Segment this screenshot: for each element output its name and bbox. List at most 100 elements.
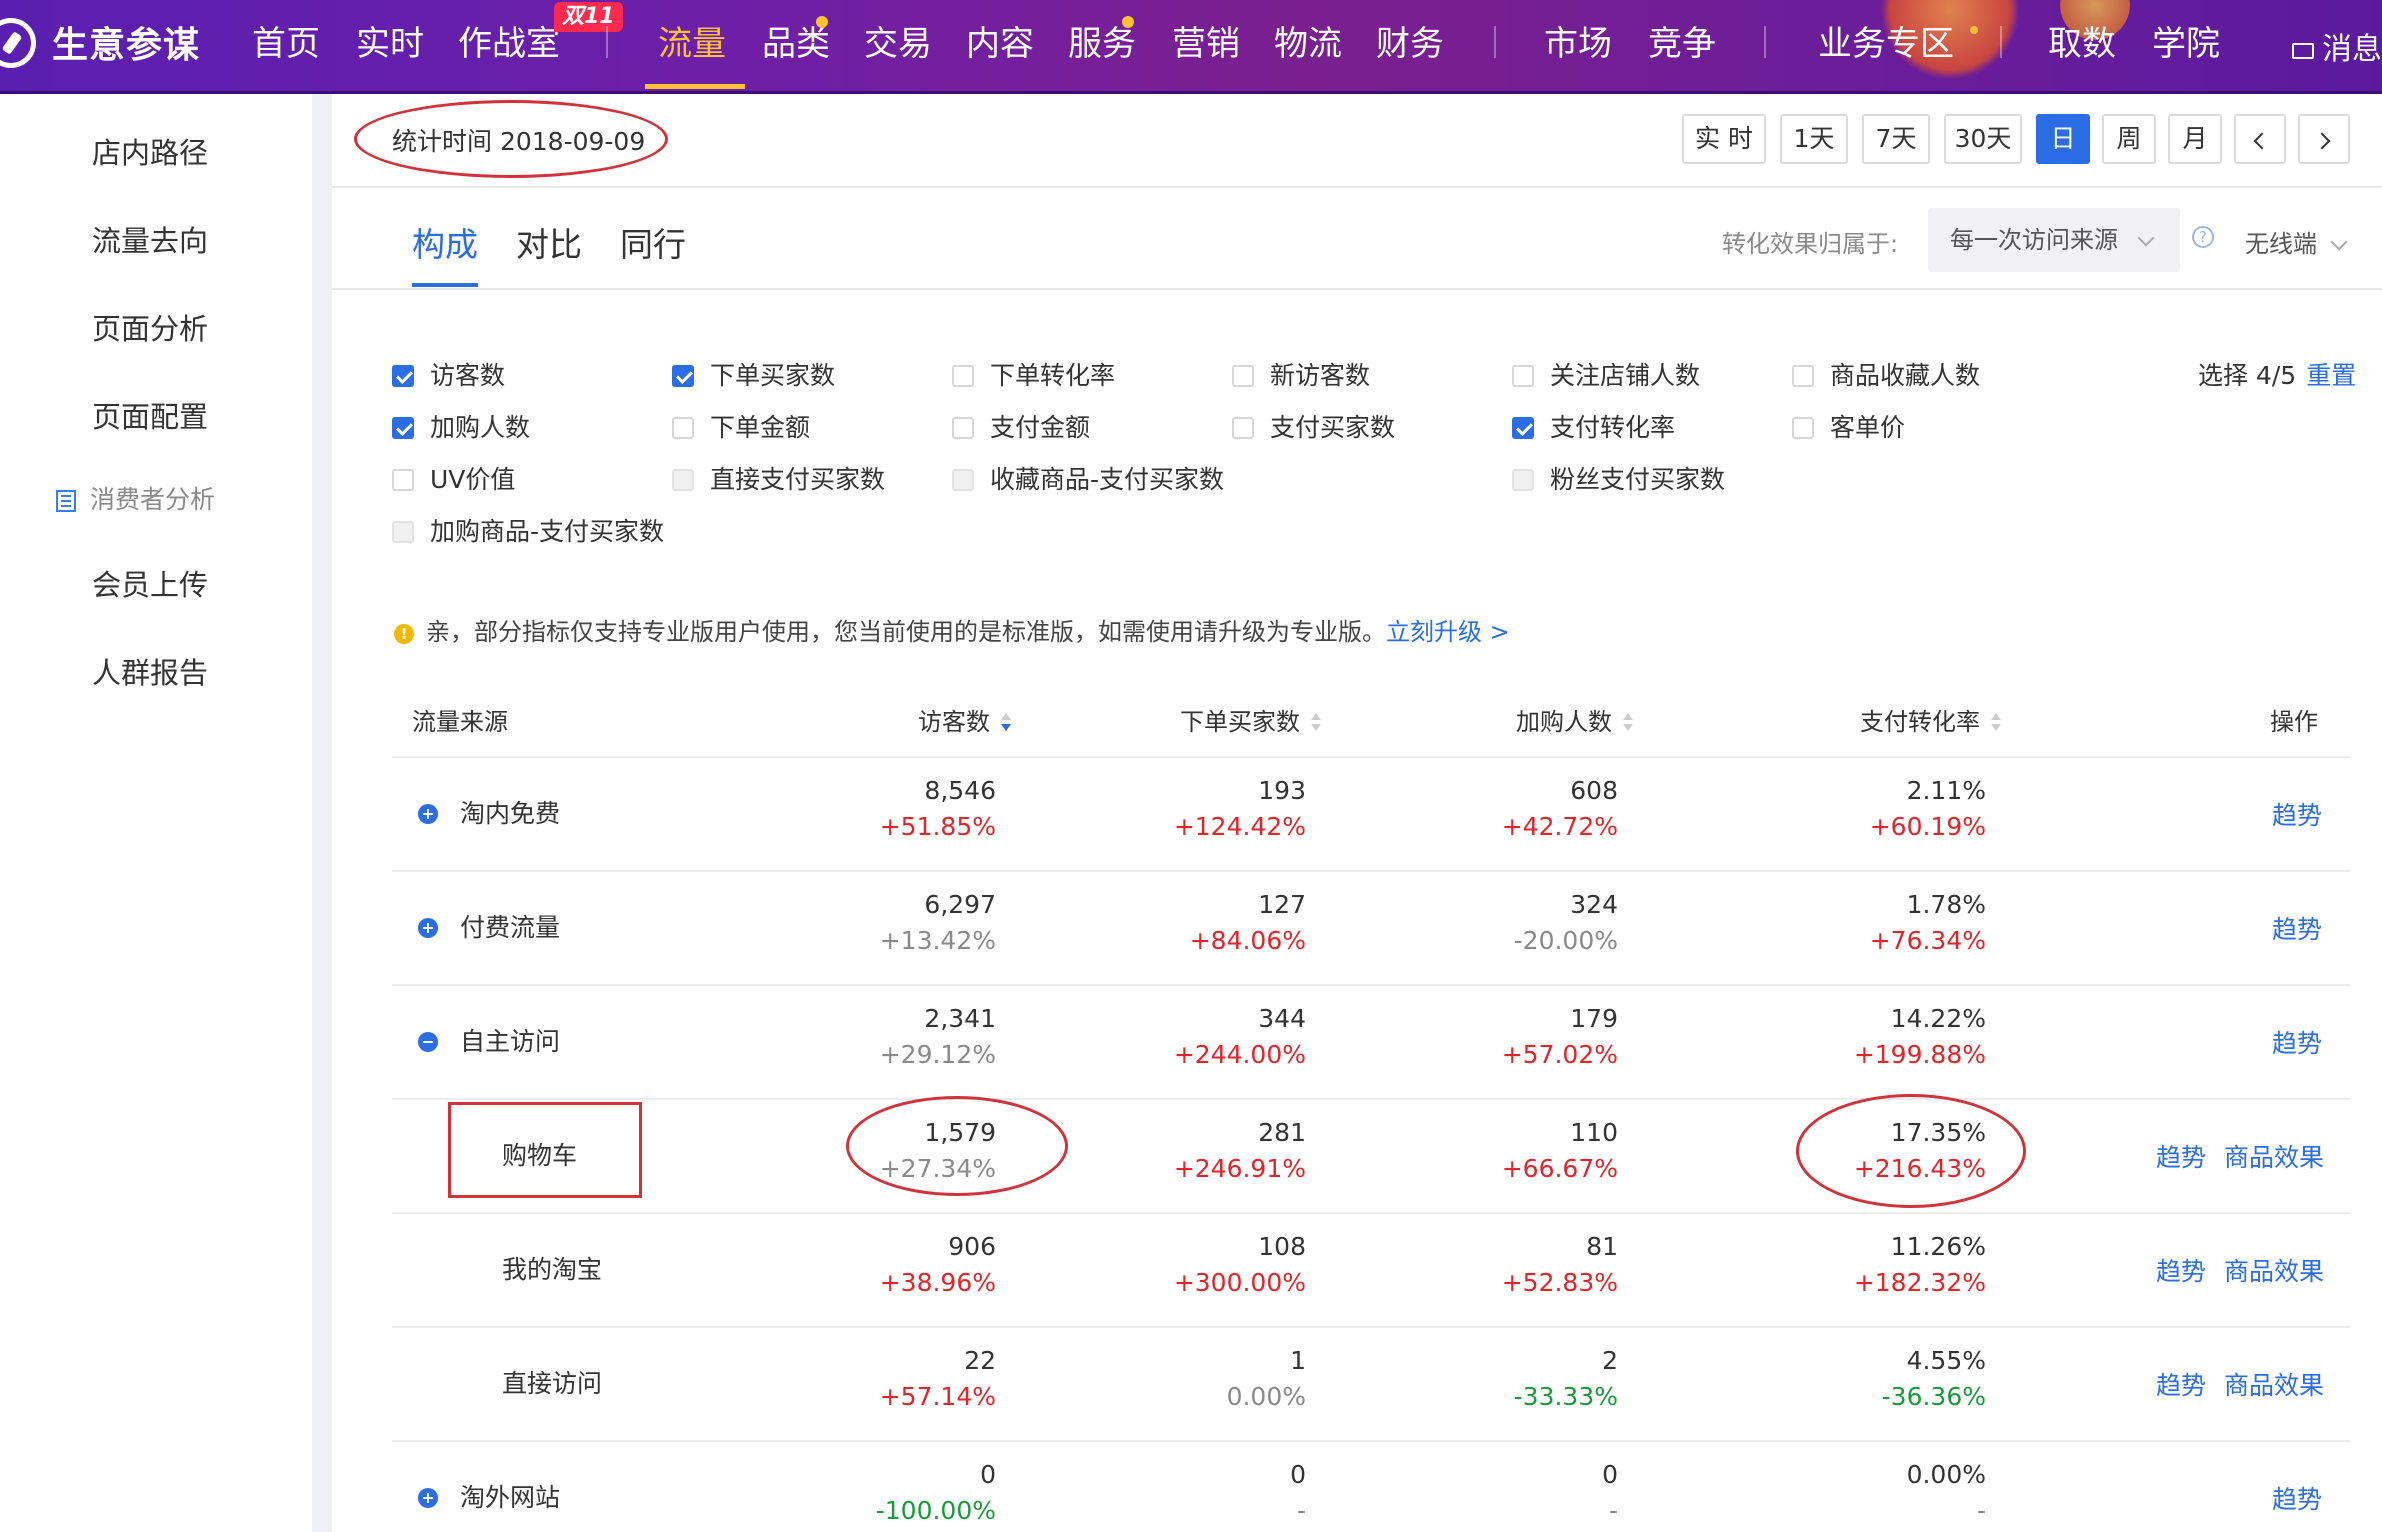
reset-link[interactable]: 重置 bbox=[2306, 361, 2356, 390]
cell-change: +38.96% bbox=[879, 1268, 996, 1297]
cell-value: 4.55% bbox=[1906, 1346, 1986, 1375]
nav-marketing[interactable]: 营销 bbox=[1172, 16, 1240, 65]
metric-checkbox[interactable]: 支付买家数 bbox=[1232, 408, 1395, 444]
trend-link[interactable]: 趋势 bbox=[2156, 1366, 2206, 1402]
metric-checkbox[interactable]: UV价值 bbox=[392, 460, 515, 496]
row-divider bbox=[392, 1440, 2350, 1442]
metric-checkbox[interactable]: 新访客数 bbox=[1232, 356, 1370, 392]
trend-link[interactable]: 趋势 bbox=[2156, 1138, 2206, 1174]
column-header-add-to-cart[interactable]: 加购人数 bbox=[1516, 702, 1634, 737]
expand-plus-icon[interactable] bbox=[418, 1488, 438, 1508]
nav-trade[interactable]: 交易 bbox=[864, 16, 932, 65]
range-realtime-button[interactable]: 实 时 bbox=[1682, 114, 1766, 164]
prev-date-button[interactable] bbox=[2234, 114, 2286, 164]
metric-checkbox[interactable]: 关注店铺人数 bbox=[1512, 356, 1700, 392]
column-header-visitors[interactable]: 访客数 bbox=[918, 702, 1012, 737]
annotation-circle bbox=[1796, 1094, 2026, 1208]
column-header-actions: 操作 bbox=[2270, 708, 2318, 736]
chevron-down-icon bbox=[2330, 233, 2348, 251]
range-30day-button[interactable]: 30天 bbox=[1944, 114, 2022, 164]
sidebar-item-store-path[interactable]: 店内路径 bbox=[92, 130, 208, 172]
metric-checkbox[interactable]: 商品收藏人数 bbox=[1792, 356, 1980, 392]
column-header-pay-conversion[interactable]: 支付转化率 bbox=[1860, 702, 2002, 737]
sidebar-item-traffic-destination[interactable]: 流量去向 bbox=[92, 218, 208, 260]
sidebar-item-page-analysis[interactable]: 页面分析 bbox=[92, 306, 208, 348]
tab-peers[interactable]: 同行 bbox=[620, 218, 686, 266]
nav-divider bbox=[2000, 26, 2002, 58]
sidebar-group-consumer-analysis: 消费者分析 bbox=[56, 480, 215, 516]
cell-change: +66.67% bbox=[1501, 1154, 1618, 1183]
trend-link[interactable]: 趋势 bbox=[2272, 1480, 2322, 1516]
envelope-icon bbox=[2292, 42, 2314, 59]
product-effect-link[interactable]: 商品效果 bbox=[2224, 1252, 2324, 1288]
collapse-minus-icon[interactable] bbox=[418, 1032, 438, 1052]
nav-business-zone[interactable]: 业务专区 bbox=[1818, 16, 1954, 65]
trend-link[interactable]: 趋势 bbox=[2272, 910, 2322, 946]
help-icon[interactable]: ? bbox=[2192, 226, 2214, 248]
nav-finance[interactable]: 财务 bbox=[1376, 16, 1444, 65]
metric-checkbox[interactable]: 支付金额 bbox=[952, 408, 1090, 444]
metric-checkbox[interactable]: 下单金额 bbox=[672, 408, 810, 444]
metric-checkbox[interactable]: 访客数 bbox=[392, 356, 505, 392]
nav-academy[interactable]: 学院 bbox=[2152, 16, 2220, 65]
cell-change: +29.12% bbox=[879, 1040, 996, 1069]
metric-checkbox[interactable]: 下单买家数 bbox=[672, 356, 835, 392]
sidebar-item-page-config[interactable]: 页面配置 bbox=[92, 394, 208, 436]
sort-icon bbox=[1990, 713, 2002, 733]
row-divider bbox=[392, 1212, 2350, 1214]
table-row-source: 淘内免费 bbox=[418, 794, 560, 830]
brand-title[interactable]: 生意参谋 bbox=[52, 16, 200, 68]
compass-logo-icon[interactable] bbox=[0, 18, 36, 68]
sidebar-item-crowd-report[interactable]: 人群报告 bbox=[92, 650, 208, 692]
cell-change: +84.06% bbox=[1189, 926, 1306, 955]
row-divider bbox=[392, 984, 2350, 986]
checkbox-checked-icon bbox=[1512, 417, 1534, 439]
column-header-label: 支付转化率 bbox=[1860, 708, 1980, 736]
attribution-select[interactable]: 每一次访问来源 bbox=[1928, 208, 2180, 272]
product-effect-link[interactable]: 商品效果 bbox=[2224, 1138, 2324, 1174]
nav-traffic[interactable]: 流量 bbox=[658, 16, 726, 65]
metric-checkbox[interactable]: 下单转化率 bbox=[952, 356, 1115, 392]
metric-label: 关注店铺人数 bbox=[1550, 361, 1701, 390]
tab-composition[interactable]: 构成 bbox=[412, 218, 478, 266]
range-month-button[interactable]: 月 bbox=[2168, 114, 2222, 164]
nav-home[interactable]: 首页 bbox=[252, 16, 320, 65]
trend-link[interactable]: 趋势 bbox=[2272, 1024, 2322, 1060]
expand-plus-icon[interactable] bbox=[418, 804, 438, 824]
column-header-order-buyers[interactable]: 下单买家数 bbox=[1180, 702, 1322, 737]
upgrade-link[interactable]: 立刻升级 > bbox=[1386, 618, 1510, 646]
device-select[interactable]: 无线端 bbox=[2245, 224, 2348, 259]
metric-checkbox[interactable]: 加购人数 bbox=[392, 408, 530, 444]
checkbox-icon bbox=[1512, 469, 1534, 491]
nav-market[interactable]: 市场 bbox=[1544, 16, 1612, 65]
nav-competition[interactable]: 竞争 bbox=[1648, 16, 1716, 65]
nav-logistics[interactable]: 物流 bbox=[1274, 16, 1342, 65]
nav-data-fetch[interactable]: 取数 bbox=[2048, 16, 2116, 65]
attribution-label: 转化效果归属于: bbox=[1722, 230, 1899, 258]
tab-compare[interactable]: 对比 bbox=[516, 218, 582, 266]
metric-checkbox[interactable]: 客单价 bbox=[1792, 408, 1905, 444]
nav-realtime[interactable]: 实时 bbox=[356, 16, 424, 65]
trend-link[interactable]: 趋势 bbox=[2272, 796, 2322, 832]
messages-link[interactable]: 消息 bbox=[2292, 24, 2382, 68]
range-week-button[interactable]: 周 bbox=[2102, 114, 2156, 164]
row-divider bbox=[392, 756, 2350, 758]
product-effect-link[interactable]: 商品效果 bbox=[2224, 1366, 2324, 1402]
metric-checkbox: 粉丝支付买家数 bbox=[1512, 460, 1725, 496]
next-date-button[interactable] bbox=[2298, 114, 2350, 164]
warning-icon: ! bbox=[394, 624, 414, 644]
checkbox-icon bbox=[952, 417, 974, 439]
metric-label: 下单金额 bbox=[710, 413, 811, 442]
nav-war-room[interactable]: 作战室 bbox=[458, 16, 560, 65]
expand-plus-icon[interactable] bbox=[418, 918, 438, 938]
range-7day-button[interactable]: 7天 bbox=[1862, 114, 1930, 164]
nav-content[interactable]: 内容 bbox=[966, 16, 1034, 65]
range-1day-button[interactable]: 1天 bbox=[1780, 114, 1848, 164]
trend-link[interactable]: 趋势 bbox=[2156, 1252, 2206, 1288]
metric-label: 客单价 bbox=[1830, 413, 1906, 442]
sidebar-item-member-upload[interactable]: 会员上传 bbox=[92, 562, 208, 604]
checkbox-icon bbox=[952, 365, 974, 387]
checkbox-icon bbox=[1232, 365, 1254, 387]
range-day-button[interactable]: 日 bbox=[2036, 114, 2090, 164]
metric-checkbox[interactable]: 支付转化率 bbox=[1512, 408, 1675, 444]
